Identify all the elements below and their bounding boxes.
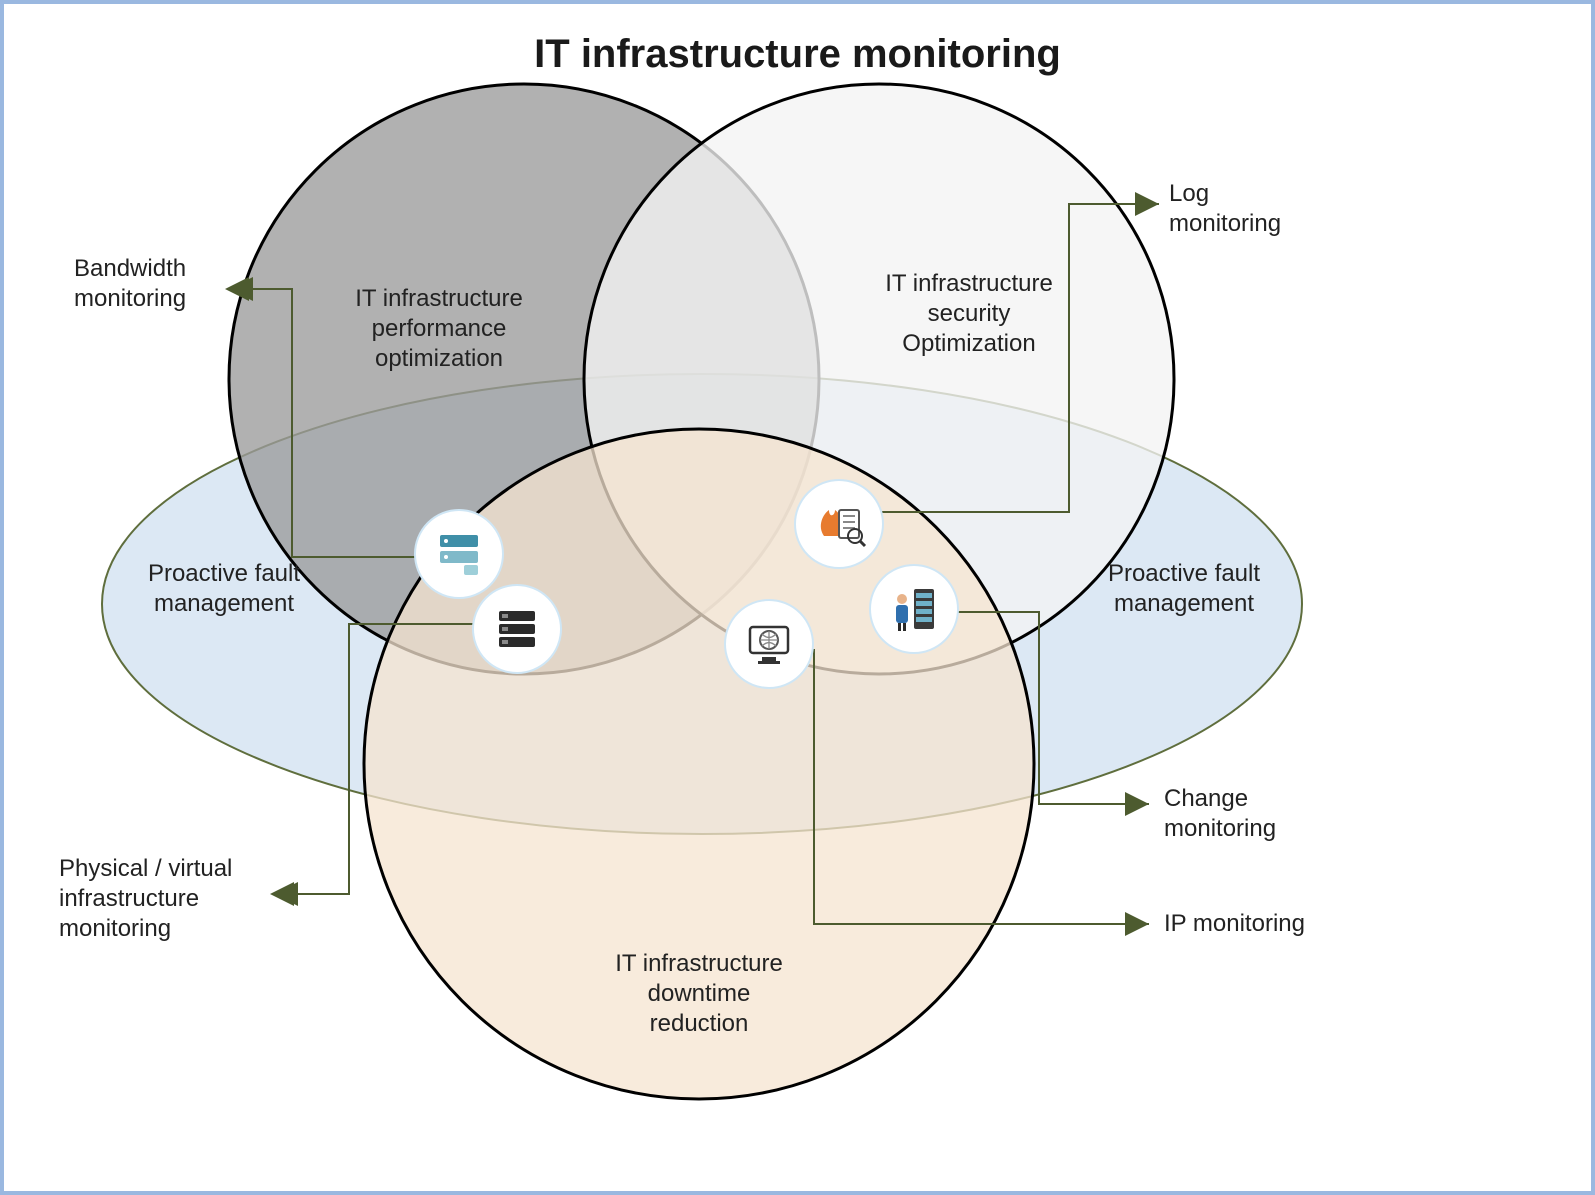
callout-change: Changemonitoring	[1164, 784, 1334, 844]
globe-monitor-icon	[724, 599, 814, 689]
diagram-frame: IT infrastructure monitoring	[0, 0, 1595, 1195]
label-proactive-right: Proactive faultmanagement	[1079, 559, 1289, 619]
admin-server-icon	[869, 564, 959, 654]
server-stack-icon	[472, 584, 562, 674]
firewall-log-icon	[794, 479, 884, 569]
label-proactive-left: Proactive faultmanagement	[119, 559, 329, 619]
server-rack-icon	[414, 509, 504, 599]
callout-physical: Physical / virtualinfrastructuremonitori…	[59, 854, 279, 944]
callout-ip: IP monitoring	[1164, 909, 1364, 939]
callout-bandwidth: Bandwidthmonitoring	[74, 254, 239, 314]
label-performance: IT infrastructureperformanceoptimization	[304, 284, 574, 374]
label-security: IT infrastructuresecurityOptimization	[834, 269, 1104, 359]
callout-log: Logmonitoring	[1169, 179, 1339, 239]
label-downtime: IT infrastructuredowntimereduction	[564, 949, 834, 1039]
